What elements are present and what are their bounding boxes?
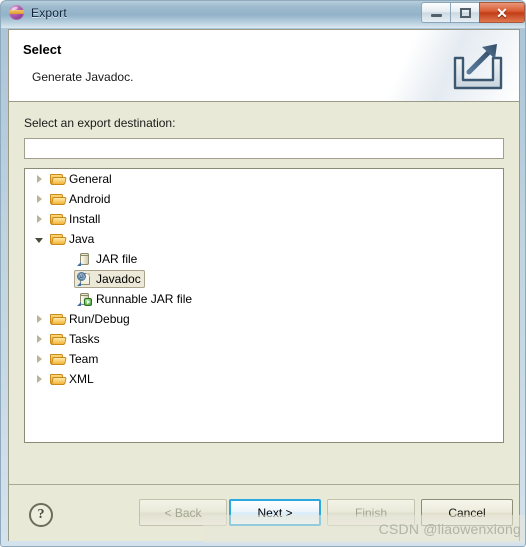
- tree-item-icon: [48, 233, 67, 245]
- tree-item-icon: [48, 193, 67, 205]
- folder-icon: [49, 233, 67, 245]
- tree-item[interactable]: Runnable JAR file: [25, 289, 503, 309]
- folder-icon: [49, 333, 67, 345]
- tree-item-content: XML: [47, 370, 95, 388]
- window-title: Export: [31, 5, 67, 20]
- chevron-right-icon[interactable]: [31, 215, 47, 223]
- tree-item-content: Run/Debug: [47, 310, 131, 328]
- jar-icon: [77, 252, 91, 266]
- folder-icon: [49, 193, 67, 205]
- folder-icon: [49, 313, 67, 325]
- tree-item-icon: [75, 292, 93, 306]
- folder-icon: [49, 213, 67, 225]
- tree-item-label: Java: [69, 232, 95, 246]
- help-button[interactable]: ?: [29, 503, 53, 527]
- tree-item[interactable]: JAR file: [25, 249, 503, 269]
- page-description: Generate Javadoc.: [32, 70, 134, 84]
- tree-item-icon: [48, 213, 67, 225]
- tree-item-content: Team: [47, 350, 99, 368]
- minimize-icon: [430, 14, 442, 17]
- tree-item[interactable]: Tasks: [25, 329, 503, 349]
- tree-item-label: JAR file: [96, 252, 138, 266]
- chevron-right-icon[interactable]: [31, 355, 47, 363]
- chevron-right-icon[interactable]: [31, 375, 47, 383]
- tree-item[interactable]: Android: [25, 189, 503, 209]
- close-icon: ✕: [496, 4, 508, 21]
- tree-item-content: Install: [47, 210, 101, 228]
- dialog-content: Select an export destination: General And…: [9, 102, 519, 484]
- maximize-icon: [459, 7, 471, 18]
- tree-item-content: General: [47, 170, 113, 188]
- tree-item-icon: [75, 252, 93, 266]
- folder-icon: [49, 373, 67, 385]
- eclipse-globe-icon: [9, 5, 24, 20]
- export-dialog-window: Export ✕ Select Generate Javadoc. Select…: [0, 0, 526, 547]
- tree-item-icon: [48, 173, 67, 185]
- tree-item-label: Javadoc: [96, 272, 141, 286]
- tree-item-label: Install: [69, 212, 101, 226]
- tree-item[interactable]: General: [25, 169, 503, 189]
- tree-item-label: Team: [69, 352, 99, 366]
- chevron-right-icon[interactable]: [31, 315, 47, 323]
- tree-item-icon: [48, 353, 67, 365]
- tree-item-label: General: [69, 172, 112, 186]
- runnable-jar-icon: [77, 292, 92, 306]
- folder-icon: [49, 353, 67, 365]
- chevron-right-icon[interactable]: [31, 175, 47, 183]
- tree-item-content: Java: [47, 230, 95, 248]
- close-button[interactable]: ✕: [479, 2, 525, 23]
- folder-icon: [49, 173, 67, 185]
- javadoc-icon: @: [77, 272, 91, 286]
- page-title: Select: [23, 42, 62, 57]
- dialog-body: Select Generate Javadoc. Select an expor…: [8, 29, 520, 541]
- minimize-button[interactable]: [421, 2, 450, 23]
- tree-item-label: Tasks: [69, 332, 100, 346]
- title-bar[interactable]: Export ✕: [1, 1, 525, 28]
- tree-item-icon: @: [75, 272, 93, 286]
- export-destination-tree[interactable]: General Android Install Java JAR file @ Javado…: [24, 168, 504, 443]
- tree-item-label: Run/Debug: [69, 312, 130, 326]
- tree-item-icon: [48, 373, 67, 385]
- tree-item-label: Android: [69, 192, 111, 206]
- tree-item-icon: [48, 313, 67, 325]
- tree-item[interactable]: XML: [25, 369, 503, 389]
- tree-item-content: Runnable JAR file: [74, 290, 193, 308]
- chevron-down-icon[interactable]: [31, 236, 47, 243]
- destination-label: Select an export destination:: [24, 116, 176, 130]
- tree-item[interactable]: Install: [25, 209, 503, 229]
- filter-input[interactable]: [24, 138, 504, 159]
- chevron-right-icon[interactable]: [31, 195, 47, 203]
- window-controls: ✕: [421, 2, 525, 23]
- maximize-button[interactable]: [450, 2, 479, 23]
- tree-item-content: JAR file: [74, 250, 138, 268]
- dialog-header: Select Generate Javadoc.: [9, 30, 519, 102]
- tree-item-icon: [48, 333, 67, 345]
- tree-item-label: Runnable JAR file: [96, 292, 193, 306]
- tree-item-content: @ Javadoc: [74, 270, 145, 288]
- export-arrow-tray-icon: [453, 44, 503, 90]
- watermark: CSDN @liaowenxiong: [203, 515, 525, 543]
- tree-item[interactable]: Run/Debug: [25, 309, 503, 329]
- tree-item-content: Tasks: [47, 330, 101, 348]
- tree-item[interactable]: @ Javadoc: [25, 269, 503, 289]
- tree-item[interactable]: Java: [25, 229, 503, 249]
- chevron-right-icon[interactable]: [31, 335, 47, 343]
- tree-item-content: Android: [47, 190, 111, 208]
- tree-item-label: XML: [69, 372, 94, 386]
- title-bar-left: Export: [9, 5, 67, 20]
- tree-item[interactable]: Team: [25, 349, 503, 369]
